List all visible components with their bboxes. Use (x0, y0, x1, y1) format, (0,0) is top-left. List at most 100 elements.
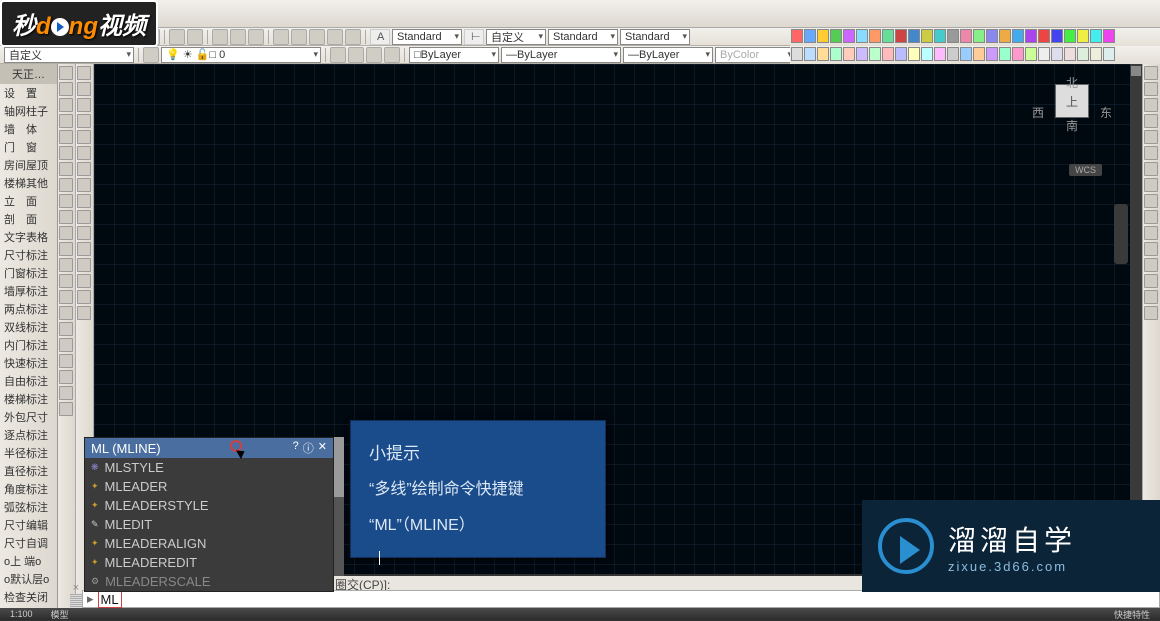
sidebar-item[interactable]: 房间屋顶 (0, 156, 57, 174)
point-icon[interactable] (59, 210, 73, 224)
tool-icon[interactable] (1025, 29, 1037, 43)
autocomplete-item[interactable]: MLEADERSTYLE (85, 496, 333, 515)
dim-jogged-icon[interactable] (1144, 178, 1158, 192)
explode-icon[interactable] (77, 306, 91, 320)
tool-icon[interactable] (830, 47, 842, 61)
sidebar-item[interactable]: 设 置 (0, 84, 57, 102)
tool-icon[interactable] (986, 47, 998, 61)
line-icon[interactable] (59, 66, 73, 80)
tool-icon[interactable] (947, 47, 959, 61)
command-input[interactable]: ML (98, 591, 122, 608)
xline-icon[interactable] (59, 386, 73, 400)
autocomplete-item[interactable]: MLEDIT (85, 515, 333, 534)
stretch-icon[interactable] (77, 194, 91, 208)
autocomplete-scroll-thumb[interactable] (334, 437, 344, 497)
tool-icon[interactable] (1090, 29, 1102, 43)
color-dropdown[interactable]: □ ByLayer (409, 47, 499, 63)
sidebar-item[interactable]: 墙厚标注 (0, 282, 57, 300)
dim-diameter-icon[interactable] (1144, 146, 1158, 160)
rotate-icon[interactable] (77, 162, 91, 176)
tool-icon[interactable] (934, 47, 946, 61)
ray-icon[interactable] (59, 402, 73, 416)
donut-icon[interactable] (59, 370, 73, 384)
sidebar-item[interactable]: 自由标注 (0, 372, 57, 390)
offset-icon[interactable] (77, 114, 91, 128)
sidebar-item[interactable]: 轴网柱子 (0, 102, 57, 120)
tool-icon[interactable] (843, 29, 855, 43)
sidebar-item[interactable]: 立 面 (0, 192, 57, 210)
sidebar-item[interactable]: 双线标注 (0, 318, 57, 336)
copy-obj-icon[interactable] (77, 82, 91, 96)
sidebar-item[interactable]: 外包尺寸 (0, 408, 57, 426)
block-icon[interactable] (59, 226, 73, 240)
tool-icon[interactable] (869, 47, 881, 61)
dim-arc-icon[interactable] (1144, 114, 1158, 128)
viewcube-south[interactable]: 南 (1032, 117, 1112, 134)
command-line[interactable]: ▸ ML (82, 590, 1160, 608)
tool-icon[interactable] (1025, 47, 1037, 61)
text-style-icon[interactable]: A (370, 29, 390, 45)
array-icon[interactable] (77, 130, 91, 144)
status-model[interactable]: 模型 (47, 608, 73, 621)
zoom-icon[interactable] (230, 29, 246, 45)
sidebar-item[interactable]: 检查关闭 (0, 588, 57, 606)
tool-icon[interactable] (817, 47, 829, 61)
vertical-scrollbar[interactable] (1130, 64, 1142, 574)
tool-icon[interactable] (791, 29, 803, 43)
tool-icon[interactable] (921, 29, 933, 43)
dim-tedit-icon[interactable] (1144, 274, 1158, 288)
hatch-icon[interactable] (59, 194, 73, 208)
tp-icon[interactable] (309, 29, 325, 45)
text-style-dropdown[interactable]: Standard (392, 29, 462, 45)
sidebar-item[interactable]: 墙 体 (0, 120, 57, 138)
dim-baseline-icon[interactable] (1144, 194, 1158, 208)
tool-icon[interactable] (1103, 29, 1115, 43)
dim-update-icon[interactable] (1144, 290, 1158, 304)
polygon-icon[interactable] (59, 146, 73, 160)
trim-icon[interactable] (77, 210, 91, 224)
tool-icon[interactable] (856, 29, 868, 43)
tool-icon[interactable] (973, 47, 985, 61)
autocomplete-selected[interactable]: ML (MLINE) ? ⓘ ✕ (85, 438, 333, 458)
tool-icon[interactable] (973, 29, 985, 43)
layer-props-icon[interactable] (143, 47, 159, 63)
plotstyle-dropdown[interactable]: ByColor (715, 47, 795, 63)
redo-icon[interactable] (187, 29, 203, 45)
mtext-icon[interactable] (59, 290, 73, 304)
table-icon[interactable] (59, 258, 73, 272)
tool-icon[interactable] (908, 29, 920, 43)
layer-match-icon[interactable] (330, 47, 346, 63)
sidebar-item[interactable]: 楼梯标注 (0, 390, 57, 408)
autocomplete-item[interactable]: MLSTYLE (85, 458, 333, 477)
ellipse-icon[interactable] (59, 162, 73, 176)
tool-icon[interactable] (817, 29, 829, 43)
sidebar-item[interactable]: 尺寸标注 (0, 246, 57, 264)
lineweight-dropdown[interactable]: — ByLayer (623, 47, 713, 63)
dim-edit-icon[interactable] (1144, 258, 1158, 272)
autocomplete-item[interactable]: MLEADERSCALE (85, 572, 333, 591)
scrollbar-thumb[interactable] (1131, 66, 1141, 76)
ssm-icon[interactable] (327, 29, 343, 45)
sidebar-item[interactable]: 楼梯其他 (0, 174, 57, 192)
move-icon[interactable] (77, 146, 91, 160)
pan-icon[interactable] (212, 29, 228, 45)
tool-icon[interactable] (1051, 47, 1063, 61)
sidebar-item[interactable]: 门 窗 (0, 138, 57, 156)
tool-icon[interactable] (882, 47, 894, 61)
dim-angular-icon[interactable] (1144, 98, 1158, 112)
sidebar-item[interactable]: 两点标注 (0, 300, 57, 318)
wipeout-icon[interactable] (59, 354, 73, 368)
sidebar-item[interactable]: 剖 面 (0, 210, 57, 228)
sidebar-item[interactable]: 文字表格 (0, 228, 57, 246)
layer-iso-icon[interactable] (366, 47, 382, 63)
sidebar-item[interactable]: 逐点标注 (0, 426, 57, 444)
dim-radius-icon[interactable] (1144, 130, 1158, 144)
mleader-style-dropdown[interactable]: Standard (620, 29, 690, 45)
tool-icon[interactable] (882, 29, 894, 43)
status-qprops[interactable]: 快捷特性 (1110, 608, 1154, 621)
layer-freeze-icon[interactable] (384, 47, 400, 63)
fillet-icon[interactable] (77, 290, 91, 304)
tool-icon[interactable] (908, 47, 920, 61)
table-style-dropdown[interactable]: Standard (548, 29, 618, 45)
undo-icon[interactable] (169, 29, 185, 45)
